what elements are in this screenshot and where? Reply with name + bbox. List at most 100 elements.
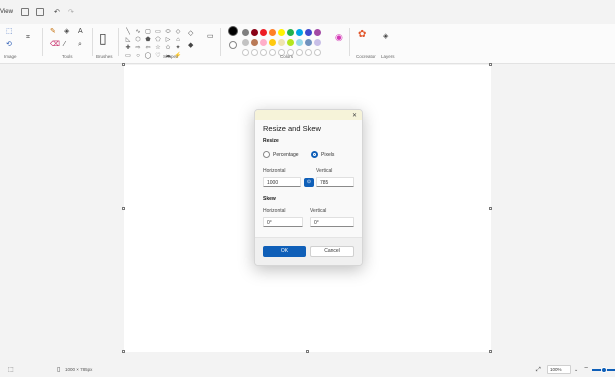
- color-swatch[interactable]: [269, 29, 276, 36]
- zoom-out-icon[interactable]: −: [584, 365, 588, 373]
- shape-option-icon[interactable]: ⬡: [133, 36, 143, 44]
- shape-option-icon[interactable]: ○: [133, 52, 143, 60]
- shape-option-icon[interactable]: ◺: [123, 36, 133, 44]
- shape-option-icon[interactable]: ∿: [133, 28, 143, 36]
- status-bar: ⬚ ▯ 1000 × 785px ⤢ 100% ⌄ −: [0, 362, 615, 377]
- color-swatch[interactable]: [242, 29, 249, 36]
- shape-option-icon[interactable]: ⬠: [153, 36, 163, 44]
- custom-color-slot[interactable]: [269, 49, 276, 56]
- custom-color-slot[interactable]: [314, 49, 321, 56]
- color-swatch[interactable]: [314, 29, 321, 36]
- secondary-color[interactable]: [229, 41, 237, 49]
- primary-color[interactable]: [228, 26, 238, 36]
- shape-option-icon[interactable]: ♡: [153, 52, 163, 60]
- chevron-down-icon[interactable]: ⌄: [574, 366, 578, 374]
- select-icon[interactable]: ⬚: [6, 28, 13, 36]
- shape-option-icon[interactable]: ▭: [153, 28, 163, 36]
- shape-option-icon[interactable]: ▷: [163, 36, 173, 44]
- pixels-radio[interactable]: [311, 151, 318, 158]
- shape-option-icon[interactable]: ✚: [123, 44, 133, 52]
- custom-color-slot[interactable]: [296, 49, 303, 56]
- canvas-handle[interactable]: [122, 63, 125, 66]
- shape-option-icon[interactable]: ⬭: [163, 28, 173, 36]
- redo-icon[interactable]: ↷: [68, 9, 74, 17]
- undo-icon[interactable]: ↶: [54, 9, 60, 17]
- shape-option-icon[interactable]: ☆: [153, 44, 163, 52]
- shape-option-icon[interactable]: ⇦: [143, 44, 153, 52]
- color-swatch[interactable]: [278, 29, 285, 36]
- crop-icon[interactable]: ⌗: [26, 34, 30, 42]
- save-icon[interactable]: [21, 8, 29, 16]
- zoom-select[interactable]: 100%: [547, 365, 571, 374]
- shape-option-icon[interactable]: ✩: [163, 44, 173, 52]
- fit-to-window-icon[interactable]: ⤢: [536, 366, 541, 374]
- color-swatch[interactable]: [260, 29, 267, 36]
- shape-fill-icon[interactable]: ◆: [188, 42, 193, 50]
- pixels-label: Pixels: [321, 152, 335, 158]
- edit-colors-icon[interactable]: ◉: [335, 33, 343, 42]
- color-swatch[interactable]: [251, 29, 258, 36]
- color-swatch[interactable]: [296, 39, 303, 46]
- custom-color-slot[interactable]: [260, 49, 267, 56]
- color-picker-icon[interactable]: ⁄: [64, 41, 65, 49]
- shape-option-icon[interactable]: ⌂: [173, 36, 183, 44]
- shape-option-icon[interactable]: ▢: [143, 28, 153, 36]
- brush-icon[interactable]: ▯: [99, 30, 107, 46]
- text-icon[interactable]: A: [78, 28, 83, 36]
- zoom-slider-thumb[interactable]: [601, 367, 607, 373]
- custom-color-slot[interactable]: [305, 49, 312, 56]
- custom-color-slot[interactable]: [242, 49, 249, 56]
- shape-option-icon[interactable]: ⬟: [143, 36, 153, 44]
- resize-vertical-input[interactable]: 785: [316, 177, 354, 187]
- magnifier-icon[interactable]: ⌕: [78, 41, 82, 49]
- skew-section-label: Skew: [263, 196, 276, 202]
- text-box-icon[interactable]: ▭: [207, 33, 214, 41]
- aspect-lock-button[interactable]: ⊙: [304, 178, 314, 187]
- layers-icon[interactable]: ◈: [383, 33, 388, 41]
- rotate-icon[interactable]: ⟲: [6, 41, 12, 49]
- color-swatch[interactable]: [287, 29, 294, 36]
- canvas-handle[interactable]: [489, 207, 492, 210]
- resize-skew-dialog: ✕ Resize and Skew Resize Percentage Pixe…: [254, 109, 363, 266]
- shape-option-icon[interactable]: ╲: [123, 28, 133, 36]
- custom-color-slot[interactable]: [251, 49, 258, 56]
- color-swatch[interactable]: [305, 39, 312, 46]
- color-swatch[interactable]: [260, 39, 267, 46]
- shape-option-icon[interactable]: ◇: [173, 28, 183, 36]
- skew-horizontal-input[interactable]: 0°: [263, 217, 303, 227]
- skew-vertical-input[interactable]: 0°: [310, 217, 354, 227]
- fill-icon[interactable]: ◈: [64, 28, 69, 36]
- color-swatch[interactable]: [251, 39, 258, 46]
- color-swatch[interactable]: [287, 39, 294, 46]
- cocreator-icon[interactable]: ✿: [358, 30, 366, 40]
- canvas-size-icon: ▯: [57, 367, 61, 373]
- percentage-radio[interactable]: [263, 151, 270, 158]
- color-swatch[interactable]: [269, 39, 276, 46]
- close-icon[interactable]: ✕: [352, 112, 357, 119]
- resize-section-label: Resize: [263, 138, 279, 144]
- color-swatch[interactable]: [242, 39, 249, 46]
- canvas-handle[interactable]: [489, 350, 492, 353]
- color-swatch[interactable]: [305, 29, 312, 36]
- shape-option-icon[interactable]: ⇨: [133, 44, 143, 52]
- share-icon[interactable]: [36, 8, 44, 16]
- shape-option-icon[interactable]: ◯: [143, 52, 153, 60]
- color-swatch[interactable]: [314, 39, 321, 46]
- shape-option-icon[interactable]: ✦: [173, 44, 183, 52]
- color-swatch[interactable]: [296, 29, 303, 36]
- resize-horizontal-input[interactable]: 1000: [263, 177, 301, 187]
- outline-icon[interactable]: ◇: [188, 30, 193, 38]
- ok-button[interactable]: OK: [263, 246, 306, 257]
- eraser-icon[interactable]: ⌫: [50, 41, 60, 49]
- canvas-handle[interactable]: [122, 350, 125, 353]
- divider: [42, 28, 43, 56]
- cancel-button[interactable]: Cancel: [310, 246, 354, 257]
- menu-view[interactable]: View: [0, 9, 13, 15]
- canvas-handle[interactable]: [489, 63, 492, 66]
- canvas-handle[interactable]: [122, 207, 125, 210]
- color-swatch[interactable]: [278, 39, 285, 46]
- shape-option-icon[interactable]: ▭: [123, 52, 133, 60]
- canvas-handle[interactable]: [306, 350, 309, 353]
- pencil-icon[interactable]: ✎: [50, 28, 56, 36]
- percentage-label: Percentage: [273, 152, 299, 158]
